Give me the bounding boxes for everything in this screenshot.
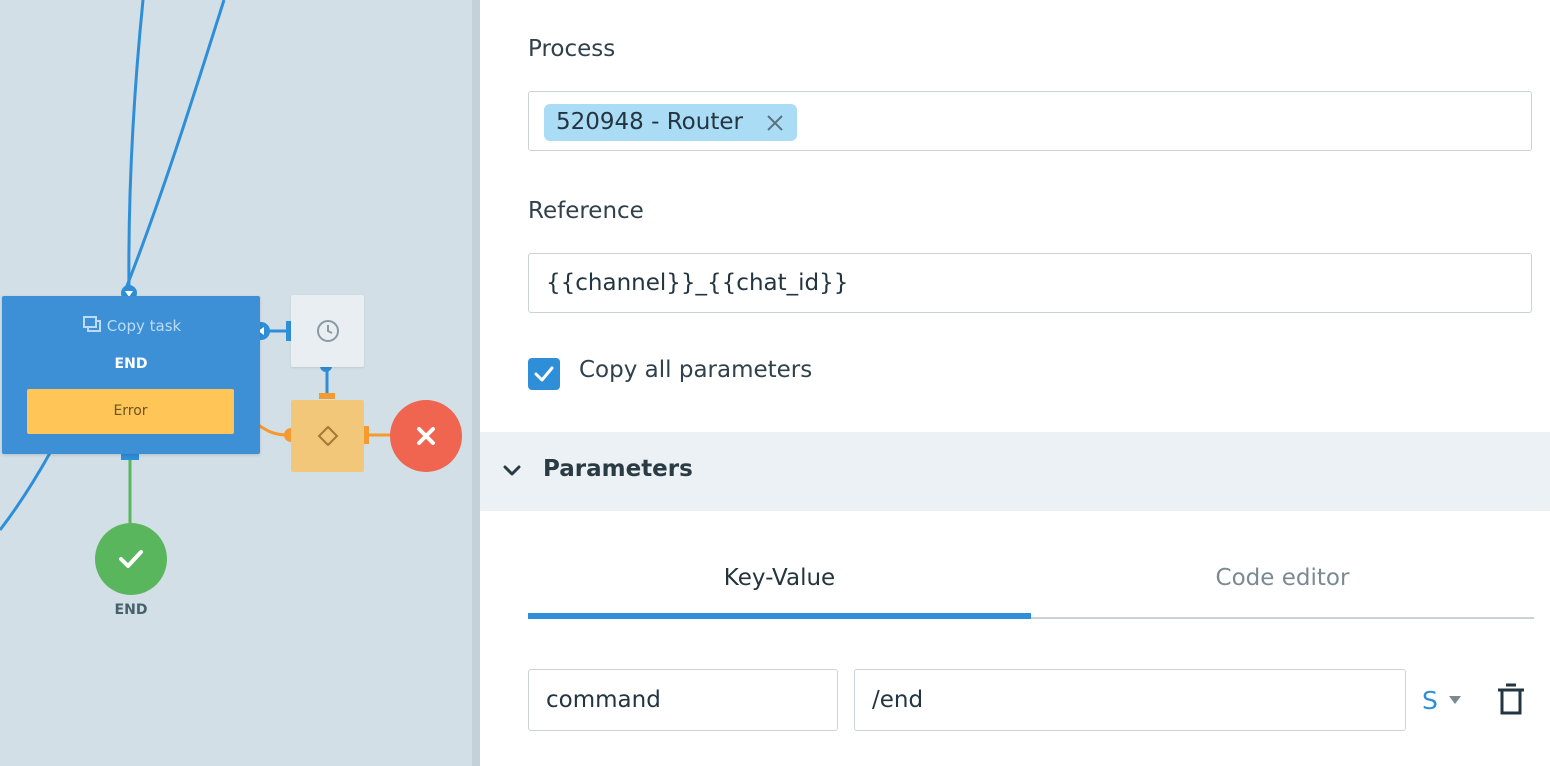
check-icon — [119, 550, 143, 568]
chevron-down-icon — [503, 465, 521, 476]
param-value-input[interactable]: /end — [854, 669, 1406, 731]
error-branch[interactable]: Error — [27, 389, 234, 434]
process-field[interactable]: 520948 - Router — [528, 91, 1532, 151]
task-title: Copy task — [106, 317, 182, 335]
parameter-tabs: Key-Value Code editor — [528, 548, 1534, 620]
trash-icon[interactable] — [1496, 682, 1526, 716]
tab-code-editor[interactable]: Code editor — [1031, 548, 1534, 618]
parameters-title: Parameters — [543, 456, 693, 482]
panel-divider[interactable] — [472, 0, 480, 766]
end-node-label: END — [114, 602, 148, 618]
success-end-node[interactable] — [95, 523, 167, 595]
caret-down-icon — [1448, 696, 1461, 704]
timer-node[interactable] — [291, 295, 364, 367]
copy-all-checkbox[interactable] — [528, 358, 560, 390]
parameters-section-header[interactable]: Parameters — [480, 432, 1550, 511]
param-key-value: command — [546, 687, 661, 713]
reference-label: Reference — [528, 198, 644, 224]
copy-task-node[interactable]: Copy task END Error — [2, 296, 260, 454]
clock-icon — [316, 320, 339, 342]
process-canvas[interactable]: Copy task END Error END — [0, 0, 472, 766]
reference-value: {{channel}}_{{chat_id}} — [546, 270, 849, 296]
copy-all-label[interactable]: Copy all parameters — [579, 357, 812, 383]
task-subtitle: END — [114, 356, 148, 372]
param-value-value: /end — [872, 687, 924, 713]
diamond-icon — [317, 425, 338, 447]
process-tag-label: 520948 - Router — [556, 109, 743, 135]
condition-node[interactable] — [291, 400, 364, 472]
process-label: Process — [528, 36, 616, 62]
remove-tag-icon[interactable] — [765, 113, 785, 133]
param-type-value: S — [1422, 685, 1438, 715]
param-type-select[interactable]: S — [1422, 680, 1462, 720]
checkmark-icon — [534, 366, 554, 382]
error-end-node[interactable] — [390, 400, 462, 472]
process-tag: 520948 - Router — [544, 104, 797, 141]
tab-key-value[interactable]: Key-Value — [528, 548, 1031, 618]
param-key-input[interactable]: command — [528, 669, 838, 731]
close-icon — [417, 427, 435, 445]
tab-active-indicator — [528, 613, 1031, 619]
copy-icon — [82, 316, 101, 332]
properties-panel: Process 520948 - Router Reference {{chan… — [480, 0, 1550, 766]
reference-input[interactable]: {{channel}}_{{chat_id}} — [528, 253, 1532, 313]
